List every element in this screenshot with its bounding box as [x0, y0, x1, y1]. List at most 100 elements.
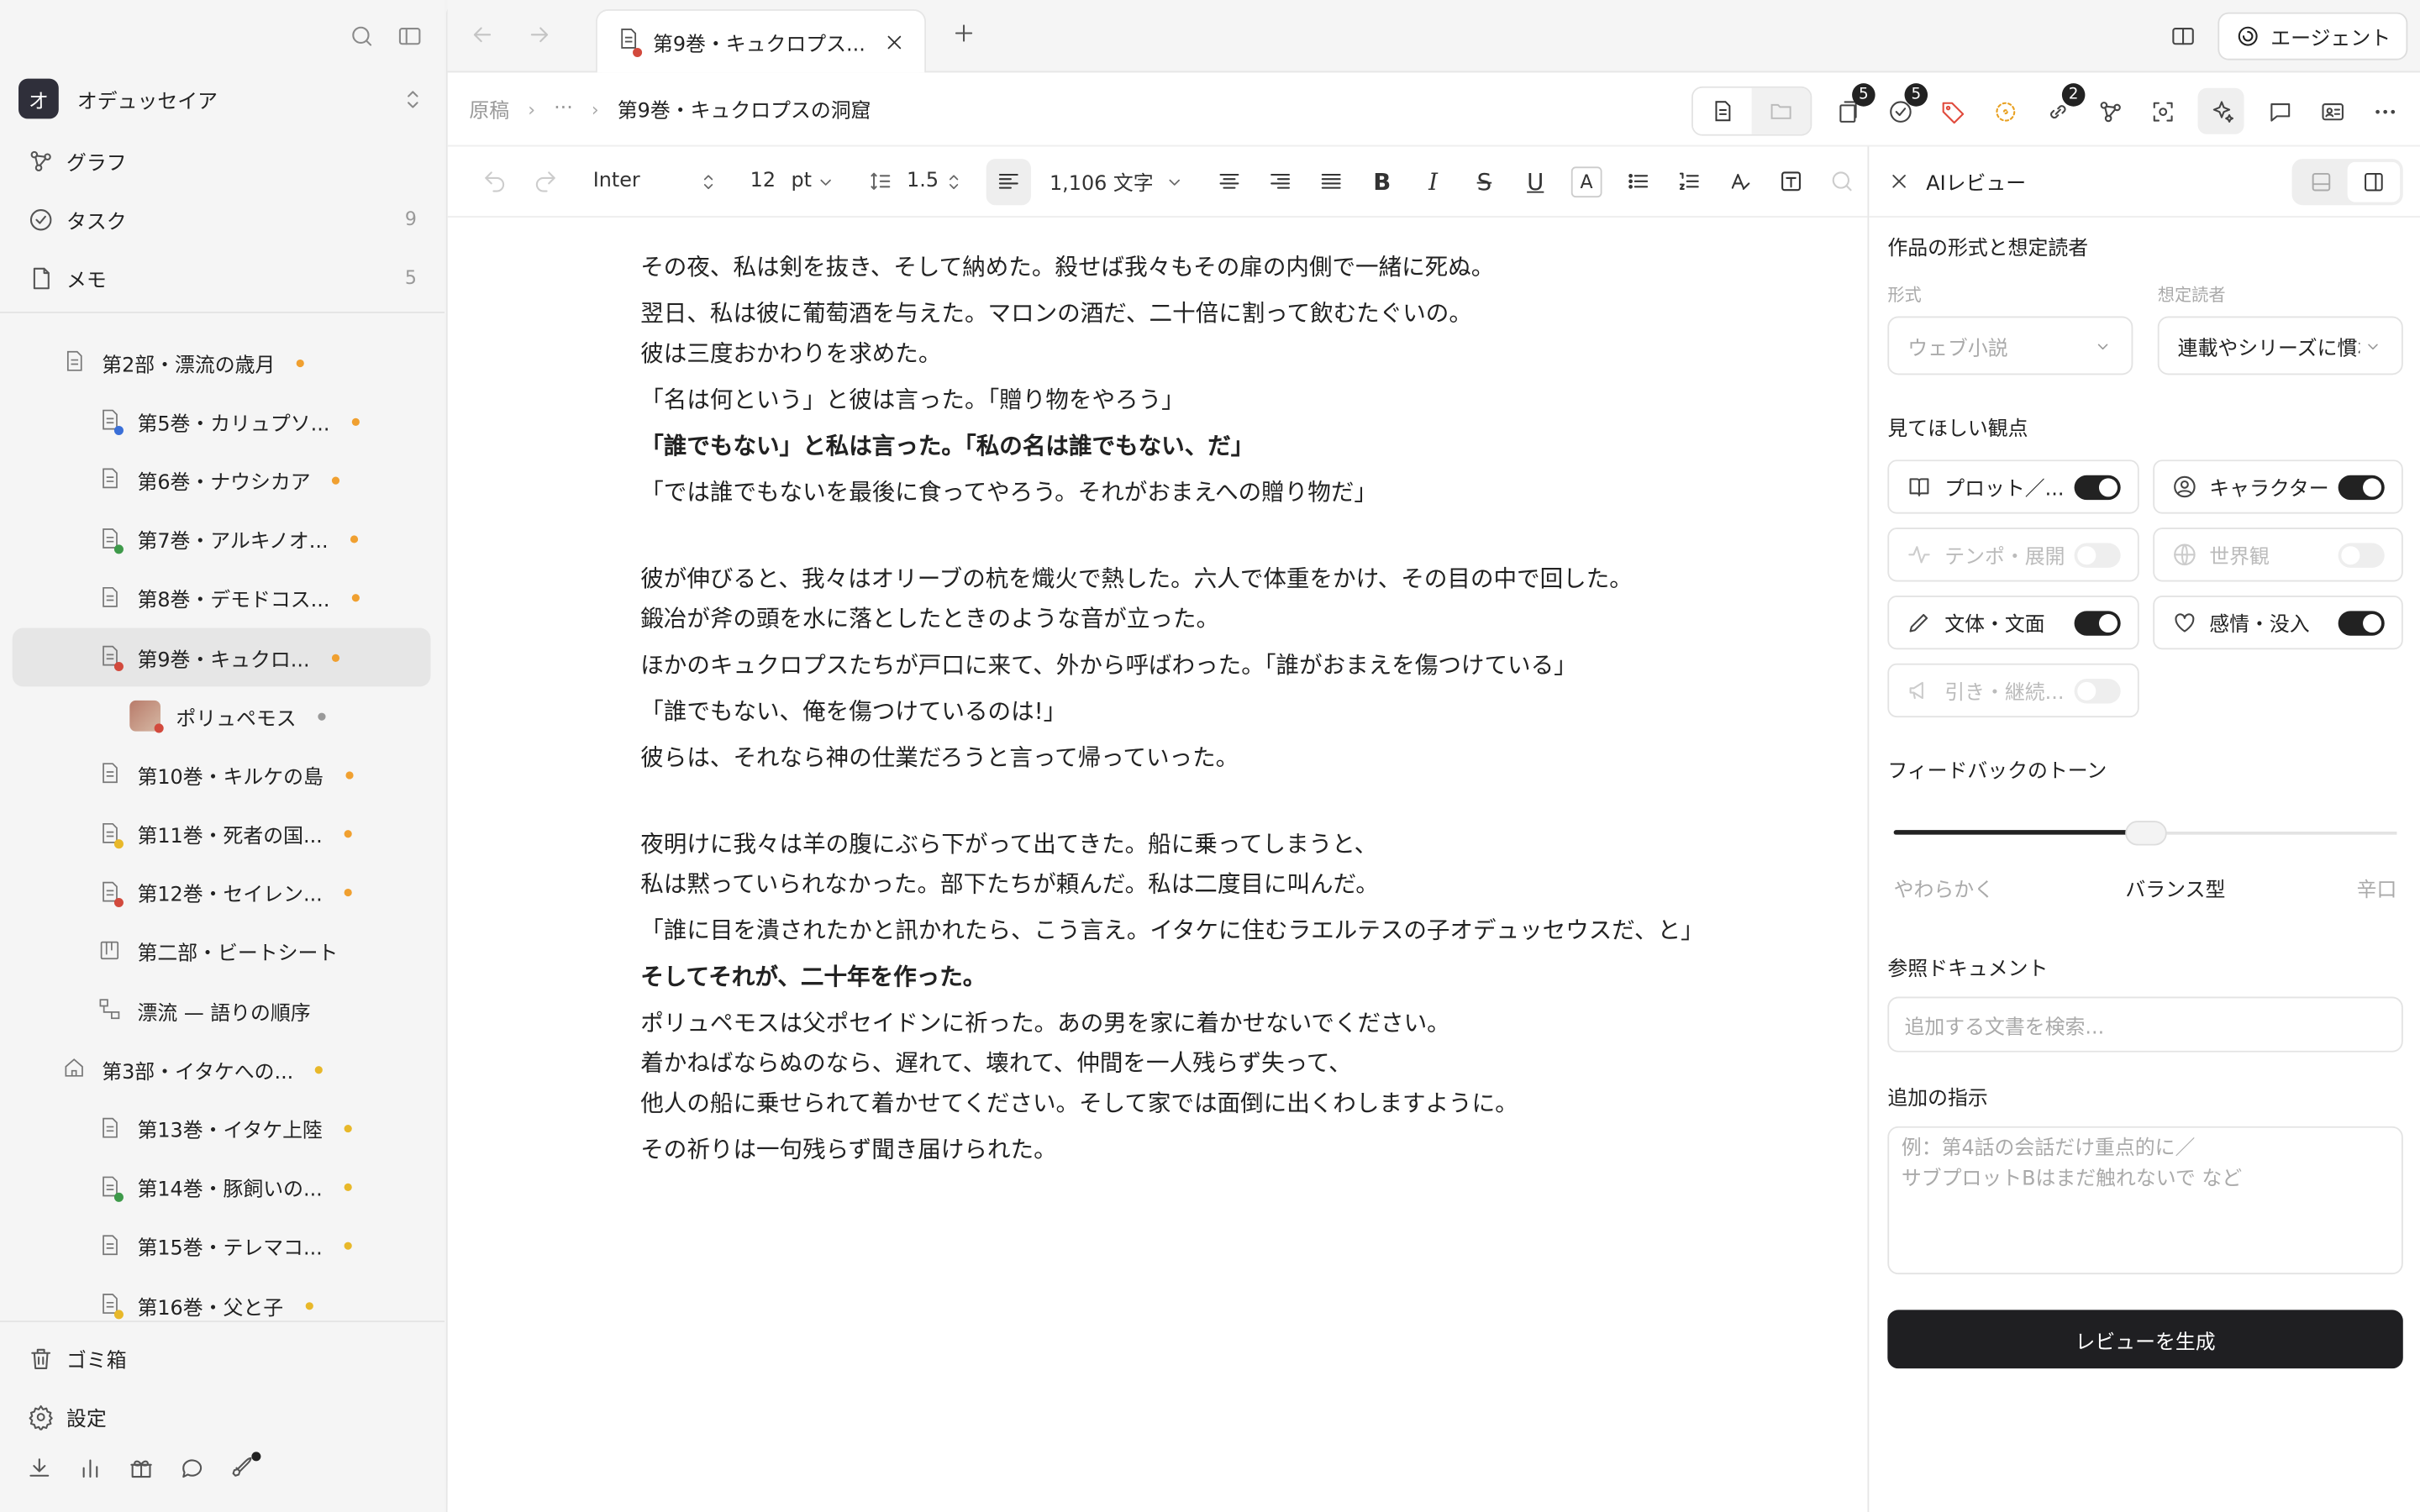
review-option-toggle[interactable]: [2338, 474, 2385, 500]
text-color-icon[interactable]: A: [1561, 158, 1612, 204]
review-option[interactable]: 世界観: [2152, 528, 2403, 582]
bullet-list-icon[interactable]: [1612, 158, 1663, 204]
tree-item[interactable]: 第6巻・ナウシカア: [0, 451, 445, 510]
workspace-switcher[interactable]: オ オデュッセイア: [0, 71, 445, 126]
generate-review-button[interactable]: レビューを生成: [1887, 1310, 2403, 1369]
close-icon[interactable]: [883, 30, 907, 54]
tree-item[interactable]: 第2部・漂流の歳月: [0, 333, 445, 392]
dashed-circle-icon[interactable]: [1988, 94, 2022, 128]
align-justify-icon[interactable]: [1306, 158, 1357, 204]
tree-item[interactable]: 第8巻・デモドコス...: [0, 569, 445, 627]
review-option[interactable]: キャラクター: [2152, 459, 2403, 514]
extra-instructions-field[interactable]: 例：第4話の会話だけ重点的に／ サブプロットBはまだ触れないで など: [1887, 1126, 2403, 1275]
review-option[interactable]: 感情・没入: [2152, 595, 2403, 650]
tree-item[interactable]: 第15巻・テレマコ...: [0, 1217, 445, 1276]
stats-icon[interactable]: [77, 1455, 103, 1481]
tone-slider[interactable]: [1893, 821, 2397, 846]
close-icon[interactable]: [1887, 170, 1911, 193]
align-left-icon[interactable]: [986, 158, 1031, 205]
undo-icon[interactable]: [469, 158, 520, 204]
tree-item[interactable]: 第14巻・豚飼いの...: [0, 1158, 445, 1217]
tone-label-harsh[interactable]: 辛口: [2357, 874, 2397, 903]
review-option-toggle[interactable]: [2338, 542, 2385, 567]
font-select[interactable]: Inter: [593, 158, 719, 204]
align-center-icon[interactable]: [1203, 158, 1255, 204]
editor-content[interactable]: その夜、私は剣を抜き、そして納めた。殺せば我々もその扉の内側で一緒に死ぬ。 翌日、…: [640, 247, 1721, 1176]
review-option-toggle[interactable]: [2073, 678, 2120, 703]
tag-icon[interactable]: [1935, 94, 1969, 128]
word-count[interactable]: 1,106 文字: [1050, 158, 1185, 204]
review-option-toggle[interactable]: [2073, 610, 2120, 635]
pages-icon[interactable]: 5: [1830, 83, 1876, 128]
tree-item[interactable]: 漂流 — 語りの順序: [0, 981, 445, 1040]
clear-format-icon[interactable]: [1714, 158, 1765, 204]
tree-item[interactable]: 第13巻・イタケ上陸: [0, 1100, 445, 1158]
search-icon[interactable]: [1817, 158, 1868, 204]
side-panel-icon[interactable]: [2347, 160, 2401, 202]
audience-select[interactable]: 連載やシリーズに慣れ: [2157, 316, 2403, 375]
tree-item[interactable]: 第3部・イタケへの...: [0, 1040, 445, 1099]
tone-label-balanced[interactable]: バランス型: [2125, 874, 2225, 903]
back-arrow-icon[interactable]: [469, 22, 495, 48]
review-option[interactable]: 文体・文面: [1887, 595, 2139, 650]
tone-label-soft[interactable]: やわらかく: [1894, 874, 1994, 903]
agent-button[interactable]: エージェント: [2217, 12, 2408, 60]
font-size-select[interactable]: 12 pt: [750, 158, 838, 204]
tree-item[interactable]: ポリュペモス: [0, 687, 445, 746]
nav-item-memo[interactable]: メモ 5: [0, 249, 445, 307]
review-option-toggle[interactable]: [2338, 610, 2385, 635]
format-select[interactable]: ウェブ小説: [1887, 316, 2133, 375]
tree-item[interactable]: 第12巻・セイレン...: [0, 864, 445, 922]
split-view-icon[interactable]: [2170, 24, 2196, 50]
sidebar-toggle-icon[interactable]: [397, 23, 423, 49]
download-icon[interactable]: [26, 1455, 52, 1481]
strikethrough-icon[interactable]: S: [1459, 158, 1510, 204]
comment-icon[interactable]: [2263, 94, 2296, 128]
breadcrumb-ellipsis[interactable]: ···: [554, 97, 573, 121]
nav-item-trash[interactable]: ゴミ箱: [0, 1328, 445, 1387]
id-card-icon[interactable]: [2315, 94, 2349, 128]
tab-document[interactable]: 第9巻・キュクロプス...: [595, 9, 927, 73]
search-icon[interactable]: [349, 23, 375, 49]
chat-bubble-icon[interactable]: [179, 1455, 205, 1481]
nav-item-graph[interactable]: グラフ: [0, 131, 445, 190]
forward-arrow-icon[interactable]: [526, 22, 552, 48]
tree-item[interactable]: 第10巻・キルケの島: [0, 746, 445, 805]
gift-icon[interactable]: [128, 1455, 154, 1481]
link-icon[interactable]: 2: [2040, 83, 2086, 128]
review-option[interactable]: テンポ・展開: [1887, 528, 2139, 582]
tree-item[interactable]: 第9巻・キュクロ...: [0, 627, 445, 687]
bold-icon[interactable]: B: [1356, 158, 1407, 204]
tree-item[interactable]: 第二部・ビートシート: [0, 922, 445, 981]
bottom-panel-icon[interactable]: [2295, 161, 2347, 202]
task-check-icon[interactable]: 5: [1883, 83, 1928, 128]
line-height-select[interactable]: 1.5: [868, 158, 964, 204]
review-option-toggle[interactable]: [2073, 542, 2120, 567]
text-box-icon[interactable]: [1765, 158, 1817, 204]
tree-item[interactable]: 第11巻・死者の国...: [0, 805, 445, 864]
folder-mode-icon[interactable]: [1751, 87, 1811, 134]
plus-icon[interactable]: [950, 20, 976, 46]
review-option[interactable]: プロット／...: [1887, 459, 2139, 514]
more-icon[interactable]: [2368, 94, 2402, 128]
nav-item-tasks[interactable]: タスク 9: [0, 190, 445, 249]
align-right-icon[interactable]: [1255, 158, 1306, 204]
italic-icon[interactable]: I: [1407, 158, 1459, 204]
redo-icon[interactable]: [520, 158, 571, 204]
numbered-list-icon[interactable]: [1663, 158, 1714, 204]
nav-item-settings[interactable]: 設定: [0, 1387, 445, 1446]
review-option-toggle[interactable]: [2073, 474, 2120, 500]
document-mode-icon[interactable]: [1692, 87, 1752, 134]
tone-slider-knob[interactable]: [2125, 821, 2167, 846]
review-option[interactable]: 引き・継続...: [1887, 663, 2139, 718]
tree-item[interactable]: 第16巻・父と子: [0, 1276, 445, 1320]
focus-scan-icon[interactable]: [2145, 94, 2179, 128]
ai-sparkle-icon[interactable]: [2197, 87, 2244, 134]
refs-search-input[interactable]: 追加する文書を検索...: [1887, 996, 2403, 1053]
tree-item[interactable]: 第7巻・アルキノオ...: [0, 510, 445, 569]
breadcrumb-item[interactable]: 原稿: [469, 94, 509, 123]
rocket-icon[interactable]: [230, 1452, 261, 1481]
tree-item[interactable]: 第5巻・カリュプソ...: [0, 392, 445, 451]
graph-icon[interactable]: [2093, 94, 2127, 128]
underline-icon[interactable]: U: [1510, 158, 1561, 204]
